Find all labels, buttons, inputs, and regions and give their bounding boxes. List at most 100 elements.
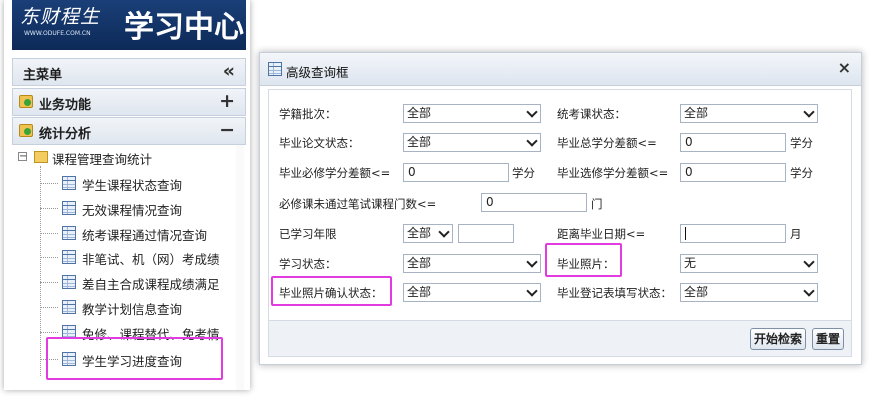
elective-gap-label: 毕业选修学分差额<= xyxy=(557,166,669,180)
highlight-box xyxy=(271,276,392,306)
reg-form-status-label: 毕业登记表填写状态： xyxy=(557,286,672,300)
banner-title: 学习中心 xyxy=(124,10,244,45)
tree-connector xyxy=(40,282,58,283)
tree-item-label: 非笔试、机（网）考成绩 xyxy=(82,252,220,267)
tree-item-course-status[interactable]: 学生课程状态查询 xyxy=(40,173,246,195)
credit-unit: 学分 xyxy=(790,166,813,180)
collapse-section-icon[interactable]: − xyxy=(219,119,235,141)
tree-connector xyxy=(40,208,58,209)
chevron-down-icon xyxy=(803,285,815,297)
credit-unit: 学分 xyxy=(512,166,535,180)
grad-date-label: 距离毕业日期<= xyxy=(557,227,646,241)
unpassed-courses-label: 必修课未通过笔试课程门数<= xyxy=(279,197,437,211)
tree-item-label: 学生课程状态查询 xyxy=(82,178,183,193)
banner-logo: 东财程生 xyxy=(20,6,101,28)
study-status-select[interactable]: 全部 xyxy=(403,254,541,273)
credit-unit: 学分 xyxy=(790,136,813,150)
tree-item-non-written-scores[interactable]: 非笔试、机（网）考成绩 xyxy=(40,247,246,269)
menu-section-label: 业务功能 xyxy=(39,98,92,113)
required-gap-input[interactable]: 0 xyxy=(403,163,509,182)
search-button[interactable]: 开始检索 xyxy=(750,328,806,350)
tree-item-label: 无效课程情况查询 xyxy=(82,203,183,218)
chevron-down-icon xyxy=(803,256,815,268)
total-credit-gap-input[interactable]: 0 xyxy=(680,133,786,152)
banner-url: WWW.ODUFE.COM.CN xyxy=(24,30,91,37)
main-menu-header[interactable]: 主菜单 « xyxy=(12,58,246,86)
tree-item-exam-pass[interactable]: 统考课程通过情况查询 xyxy=(40,223,246,245)
collapse-icon[interactable]: « xyxy=(223,60,235,82)
dialog-body: 学籍批次： 全部 统考课状态： 全部 毕业论文状态： 全部 毕业总学分差额<= … xyxy=(268,89,852,321)
chevron-down-icon xyxy=(803,106,815,118)
tree-item-label: 教学计划信息查询 xyxy=(82,302,183,317)
table-icon xyxy=(62,226,76,240)
folder-icon xyxy=(19,124,33,137)
dialog-titlebar[interactable]: 高级查询框 × xyxy=(260,53,861,86)
graduation-photo-select[interactable]: 无 xyxy=(680,254,818,273)
tree-item-label: 差自主合成课程成绩满足 xyxy=(82,277,220,292)
highlight-box xyxy=(46,337,223,380)
table-icon xyxy=(62,300,76,314)
table-icon xyxy=(62,275,76,289)
tree-item-invalid-courses[interactable]: 无效课程情况查询 xyxy=(40,198,246,220)
dialog-title: 高级查询框 xyxy=(286,65,349,80)
chevron-down-icon xyxy=(526,106,538,118)
select-value: 全部 xyxy=(407,106,432,120)
photo-confirm-select[interactable]: 全部 xyxy=(403,283,541,302)
tree-connector xyxy=(40,233,58,234)
advanced-search-dialog: 高级查询框 × 学籍批次： 全部 统考课状态： 全部 毕业论文状态： 全部 毕业… xyxy=(259,52,862,365)
tree-connector xyxy=(40,183,58,184)
tree-folder-label: 课程管理查询统计 xyxy=(52,152,153,167)
tree-collapse-icon[interactable]: − xyxy=(18,152,27,162)
highlight-box xyxy=(545,243,622,277)
select-value: 全部 xyxy=(407,285,432,299)
chevron-down-icon xyxy=(526,135,538,147)
select-value: 全部 xyxy=(684,285,709,299)
tree-scrollbar[interactable] xyxy=(236,145,244,390)
study-years-input[interactable] xyxy=(458,224,514,243)
total-credit-gap-label: 毕业总学分差额<= xyxy=(557,136,657,150)
thesis-status-label: 毕业论文状态： xyxy=(279,136,360,150)
dialog-footer: 开始检索 重置 xyxy=(268,321,852,357)
required-gap-label: 毕业必修学分差额<= xyxy=(279,166,391,180)
study-years-label: 已学习年限 xyxy=(279,227,337,241)
folder-icon xyxy=(19,95,33,108)
menu-section-label: 统计分析 xyxy=(39,127,92,142)
tree-item-composite-scores[interactable]: 差自主合成课程成绩满足 xyxy=(40,272,246,294)
select-value: 无 xyxy=(684,256,697,270)
tree-item-teaching-plan[interactable]: 教学计划信息查询 xyxy=(40,297,246,319)
chevron-down-icon xyxy=(438,226,450,238)
main-menu-label: 主菜单 xyxy=(23,68,63,83)
tree-connector xyxy=(40,257,58,258)
table-icon xyxy=(62,176,76,190)
folder-icon xyxy=(34,151,48,163)
course-count-unit: 门 xyxy=(591,197,603,211)
grad-date-input[interactable] xyxy=(680,224,786,243)
table-icon xyxy=(62,250,76,264)
thesis-status-select[interactable]: 全部 xyxy=(403,133,541,152)
enroll-batch-label: 学籍批次： xyxy=(279,107,337,121)
menu-section-business[interactable]: 业务功能 + xyxy=(12,88,246,116)
reset-button[interactable]: 重置 xyxy=(812,328,844,350)
tree-connector xyxy=(40,332,58,333)
menu-section-statistics[interactable]: 统计分析 − xyxy=(12,117,246,145)
tree-item-label: 统考课程通过情况查询 xyxy=(82,228,208,243)
enroll-batch-select[interactable]: 全部 xyxy=(403,104,541,123)
reg-form-status-select[interactable]: 全部 xyxy=(680,283,818,302)
site-banner: 东财程生 WWW.ODUFE.COM.CN 学习中心 xyxy=(12,0,246,50)
study-years-select[interactable]: 全部 xyxy=(403,224,453,243)
exam-status-select[interactable]: 全部 xyxy=(680,104,818,123)
chevron-down-icon xyxy=(526,256,538,268)
expand-icon[interactable]: + xyxy=(219,90,235,112)
select-value: 全部 xyxy=(684,106,709,120)
close-icon[interactable]: × xyxy=(838,58,851,77)
elective-gap-input[interactable]: 0 xyxy=(680,163,786,182)
month-unit: 月 xyxy=(790,227,802,241)
select-value: 全部 xyxy=(407,135,432,149)
table-icon xyxy=(268,62,282,76)
table-icon xyxy=(62,201,76,215)
chevron-down-icon xyxy=(526,285,538,297)
tree-folder-course-stats[interactable]: − 课程管理查询统计 xyxy=(16,149,244,167)
tree-connector xyxy=(40,307,58,308)
text-cursor xyxy=(685,227,686,240)
unpassed-courses-input[interactable]: 0 xyxy=(481,193,587,212)
